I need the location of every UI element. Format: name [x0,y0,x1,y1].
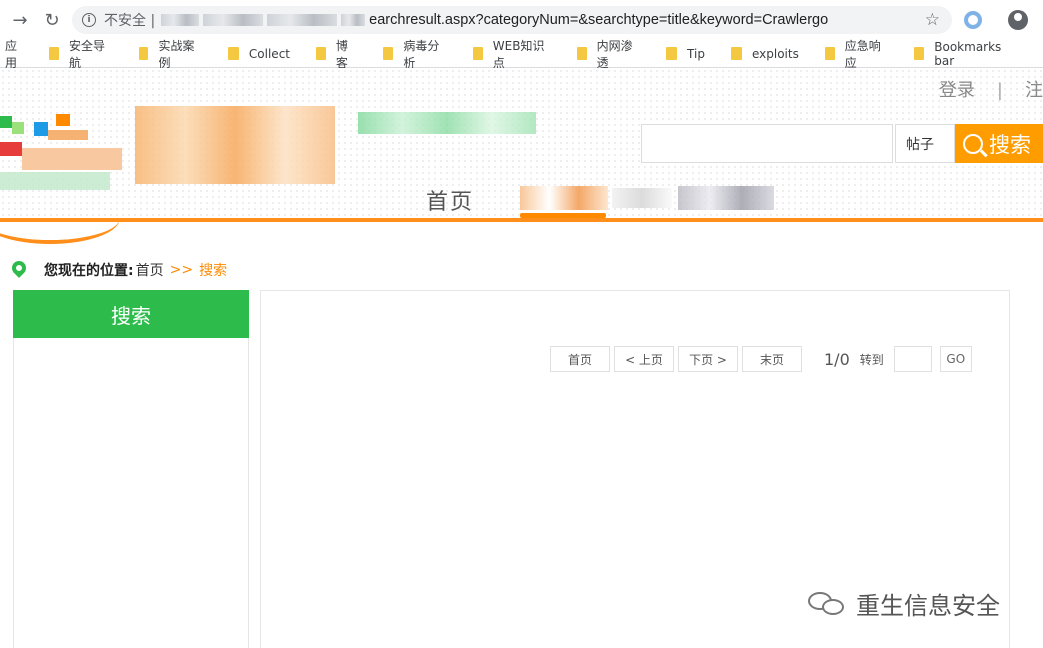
redacted-host [203,14,264,26]
nav-item-redacted[interactable] [520,186,608,210]
reload-icon[interactable]: ↻ [38,6,66,34]
link-separator: | [996,80,1003,101]
bookmark-item[interactable]: 安全导航 [49,37,112,71]
last-page-button[interactable]: 末页 [742,346,802,372]
nav-home[interactable]: 首页 [426,184,474,216]
first-page-button[interactable]: 首页 [550,346,610,372]
page-count: 1/0 [824,349,850,369]
login-link[interactable]: 登录 [939,80,975,101]
prev-page-button[interactable]: < 上页 [614,346,674,372]
search-input[interactable] [641,124,893,163]
watermark: 重生信息安全 [808,586,1000,621]
bookmark-item[interactable]: Bookmarks bar [914,40,1017,68]
folder-icon [49,47,60,60]
location-pin-icon [12,261,26,279]
apps-shortcut[interactable]: 应用 [0,37,27,71]
folder-icon [576,47,587,60]
next-page-button[interactable]: 下页 > [678,346,738,372]
folder-icon [138,47,149,60]
extension-icon[interactable] [964,11,982,29]
redacted-host [341,14,366,26]
folder-icon [914,47,925,60]
forward-icon[interactable]: → [6,6,34,34]
bookmark-item[interactable]: exploits [730,47,799,61]
header-divider [0,218,1043,222]
bookmark-item[interactable]: 实战案例 [138,37,202,71]
breadcrumb: 您现在的位置: 首页 >> 搜索 [12,260,227,280]
bookmark-item[interactable]: Collect [227,47,290,61]
breadcrumb-label: 您现在的位置: [44,263,134,279]
folder-icon [383,47,394,60]
bookmark-item[interactable]: WEB知识点 [472,37,551,71]
register-link[interactable]: 注 [1025,80,1043,101]
pagination: 首页 < 上页 下页 > 末页 1/0 转到 GO [550,346,972,372]
header-swoosh [0,208,120,244]
folder-icon [227,47,239,60]
search-type-select[interactable]: 帖子 [895,124,955,163]
info-icon[interactable]: i [82,13,96,27]
watermark-text: 重生信息安全 [856,592,1000,620]
bookmarks-bar: 应用 安全导航 实战案例 Collect 博客 病毒分析 WEB知识点 内网渗透… [0,37,1043,71]
folder-icon [316,47,326,60]
search-button[interactable]: 搜索 [955,124,1043,163]
folder-icon [666,47,678,60]
page-number-input[interactable] [893,346,932,372]
slogan-redacted [358,112,536,134]
account-links: 登录 | 注 [939,76,1043,102]
search-icon [963,133,983,154]
redacted-host [267,14,338,26]
bookmark-item[interactable]: 应急响应 [824,37,888,71]
bookmark-star-icon[interactable]: ☆ [925,10,940,30]
redacted-host [161,14,200,26]
sidebar-title: 搜索 [13,290,249,338]
bookmark-item[interactable]: 内网渗透 [576,37,640,71]
breadcrumb-current: 搜索 [199,263,228,279]
folder-icon [472,47,483,60]
goto-label: 转到 [859,352,884,367]
url-text: earchresult.aspx?categoryNum=&searchtype… [369,12,829,28]
profile-icon[interactable] [1008,10,1028,30]
web-page: 登录 | 注 帖子 搜索 首页 您现在的位置: 首页 >> 搜索 搜索 首页 <… [0,68,1043,648]
folder-icon [730,47,742,60]
breadcrumb-arrow: >> [169,262,194,278]
folder-icon [824,47,835,60]
site-search: 帖子 搜索 [641,124,1043,164]
go-button[interactable]: GO [939,346,972,372]
sidebar: 搜索 [13,290,249,648]
site-name-redacted [135,106,335,184]
wechat-icon [808,590,848,618]
insecure-label: 不安全 | [104,13,156,29]
bookmark-item[interactable]: Tip [666,47,705,61]
address-bar[interactable]: i 不安全 | earchresult.aspx?categoryNum=&se… [72,6,952,34]
nav-item-redacted[interactable] [612,188,672,208]
bookmark-item[interactable]: 博客 [316,37,357,71]
nav-item-redacted[interactable] [678,186,774,210]
browser-toolbar: → ↻ i 不安全 | earchresult.aspx?categoryNum… [0,0,1043,40]
breadcrumb-home[interactable]: 首页 [136,260,164,280]
bookmark-item[interactable]: 病毒分析 [383,37,446,71]
main-nav: 首页 [0,180,1043,218]
